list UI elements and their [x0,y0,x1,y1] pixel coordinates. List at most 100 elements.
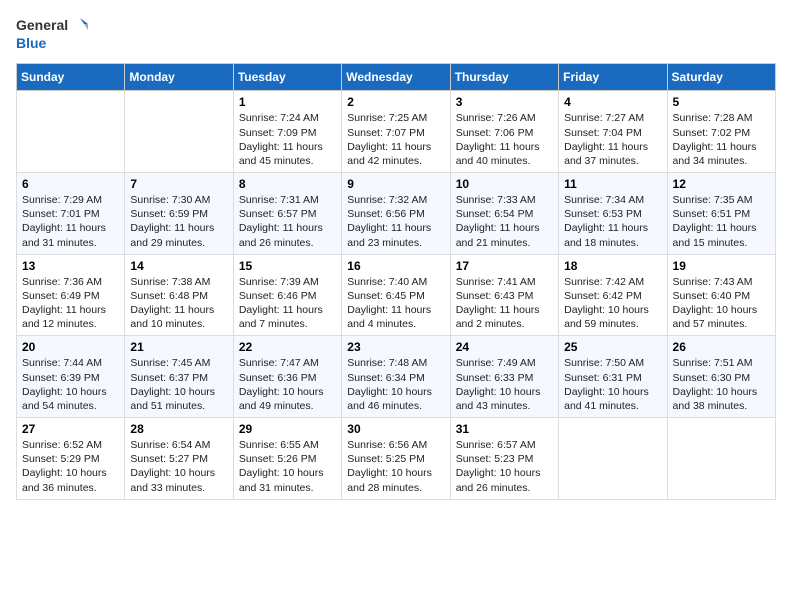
day-number: 25 [564,340,661,354]
cell-info: Sunrise: 7:28 AMSunset: 7:02 PMDaylight:… [673,111,770,168]
logo-general-text: General [16,18,68,33]
calendar-cell: 21 Sunrise: 7:45 AMSunset: 6:37 PMDayligh… [125,336,233,418]
cell-info: Sunrise: 7:45 AMSunset: 6:37 PMDaylight:… [130,356,227,413]
calendar-cell: 25 Sunrise: 7:50 AMSunset: 6:31 PMDayligh… [559,336,667,418]
calendar-week-row: 13 Sunrise: 7:36 AMSunset: 6:49 PMDayligh… [17,254,776,336]
cell-info: Sunrise: 7:40 AMSunset: 6:45 PMDaylight:… [347,275,444,332]
calendar-cell: 5 Sunrise: 7:28 AMSunset: 7:02 PMDaylight… [667,91,775,173]
calendar-cell: 22 Sunrise: 7:47 AMSunset: 6:36 PMDayligh… [233,336,341,418]
cell-info: Sunrise: 7:26 AMSunset: 7:06 PMDaylight:… [456,111,553,168]
calendar-cell: 20 Sunrise: 7:44 AMSunset: 6:39 PMDayligh… [17,336,125,418]
day-number: 1 [239,95,336,109]
cell-info: Sunrise: 7:50 AMSunset: 6:31 PMDaylight:… [564,356,661,413]
cell-info: Sunrise: 6:55 AMSunset: 5:26 PMDaylight:… [239,438,336,495]
calendar-cell: 7Sunrise: 7:30 AMSunset: 6:59 PMDaylight… [125,173,233,255]
cell-info: Sunrise: 7:30 AMSunset: 6:59 PMDaylight:… [130,193,227,250]
calendar-cell: 6 Sunrise: 7:29 AMSunset: 7:01 PMDaylight… [17,173,125,255]
day-number: 17 [456,259,553,273]
calendar-week-row: 20 Sunrise: 7:44 AMSunset: 6:39 PMDayligh… [17,336,776,418]
calendar-cell: 24Sunrise: 7:49 AMSunset: 6:33 PMDayligh… [450,336,558,418]
calendar-cell [125,91,233,173]
calendar-cell: 29Sunrise: 6:55 AMSunset: 5:26 PMDayligh… [233,418,341,500]
day-number: 27 [22,422,119,436]
cell-info: Sunrise: 6:54 AMSunset: 5:27 PMDaylight:… [130,438,227,495]
day-number: 21 [130,340,227,354]
calendar-week-row: 1 Sunrise: 7:24 AMSunset: 7:09 PMDaylight… [17,91,776,173]
day-number: 12 [673,177,770,191]
cell-info: Sunrise: 7:36 AMSunset: 6:49 PMDaylight:… [22,275,119,332]
calendar-cell: 10Sunrise: 7:33 AMSunset: 6:54 PMDayligh… [450,173,558,255]
cell-info: Sunrise: 7:42 AMSunset: 6:42 PMDaylight:… [564,275,661,332]
day-number: 13 [22,259,119,273]
calendar-cell [17,91,125,173]
cell-info: Sunrise: 7:43 AMSunset: 6:40 PMDaylight:… [673,275,770,332]
day-header-wednesday: Wednesday [342,64,450,91]
day-number: 15 [239,259,336,273]
day-number: 6 [22,177,119,191]
cell-info: Sunrise: 7:35 AMSunset: 6:51 PMDaylight:… [673,193,770,250]
calendar-cell: 12 Sunrise: 7:35 AMSunset: 6:51 PMDayligh… [667,173,775,255]
calendar-cell: 4 Sunrise: 7:27 AMSunset: 7:04 PMDaylight… [559,91,667,173]
logo-blue-text: Blue [16,36,90,51]
calendar-cell: 8Sunrise: 7:31 AMSunset: 6:57 PMDaylight… [233,173,341,255]
day-number: 4 [564,95,661,109]
cell-info: Sunrise: 7:38 AMSunset: 6:48 PMDaylight:… [130,275,227,332]
day-header-monday: Monday [125,64,233,91]
cell-info: Sunrise: 7:34 AMSunset: 6:53 PMDaylight:… [564,193,661,250]
day-number: 14 [130,259,227,273]
cell-info: Sunrise: 7:47 AMSunset: 6:36 PMDaylight:… [239,356,336,413]
day-number: 30 [347,422,444,436]
cell-info: Sunrise: 7:29 AMSunset: 7:01 PMDaylight:… [22,193,119,250]
calendar-cell: 14 Sunrise: 7:38 AMSunset: 6:48 PMDayligh… [125,254,233,336]
day-header-sunday: Sunday [17,64,125,91]
calendar-cell: 31Sunrise: 6:57 AMSunset: 5:23 PMDayligh… [450,418,558,500]
day-number: 3 [456,95,553,109]
calendar-cell: 17 Sunrise: 7:41 AMSunset: 6:43 PMDayligh… [450,254,558,336]
calendar-cell [559,418,667,500]
day-number: 22 [239,340,336,354]
day-number: 9 [347,177,444,191]
day-number: 16 [347,259,444,273]
logo-container: General Blue [16,16,90,51]
header: General Blue [16,16,776,51]
cell-info: Sunrise: 7:44 AMSunset: 6:39 PMDaylight:… [22,356,119,413]
cell-info: Sunrise: 6:52 AMSunset: 5:29 PMDaylight:… [22,438,119,495]
cell-info: Sunrise: 7:25 AMSunset: 7:07 PMDaylight:… [347,111,444,168]
calendar-cell: 2 Sunrise: 7:25 AMSunset: 7:07 PMDaylight… [342,91,450,173]
calendar-cell: 3 Sunrise: 7:26 AMSunset: 7:06 PMDaylight… [450,91,558,173]
calendar-week-row: 27 Sunrise: 6:52 AMSunset: 5:29 PMDayligh… [17,418,776,500]
day-number: 10 [456,177,553,191]
day-number: 18 [564,259,661,273]
day-number: 24 [456,340,553,354]
calendar-cell: 1 Sunrise: 7:24 AMSunset: 7:09 PMDaylight… [233,91,341,173]
calendar-cell: 16 Sunrise: 7:40 AMSunset: 6:45 PMDayligh… [342,254,450,336]
cell-info: Sunrise: 7:39 AMSunset: 6:46 PMDaylight:… [239,275,336,332]
calendar-cell: 9 Sunrise: 7:32 AMSunset: 6:56 PMDaylight… [342,173,450,255]
calendar-cell: 11 Sunrise: 7:34 AMSunset: 6:53 PMDayligh… [559,173,667,255]
day-header-friday: Friday [559,64,667,91]
calendar-cell: 23 Sunrise: 7:48 AMSunset: 6:34 PMDayligh… [342,336,450,418]
calendar-cell: 27 Sunrise: 6:52 AMSunset: 5:29 PMDayligh… [17,418,125,500]
day-number: 28 [130,422,227,436]
cell-info: Sunrise: 7:24 AMSunset: 7:09 PMDaylight:… [239,111,336,168]
calendar-cell: 15 Sunrise: 7:39 AMSunset: 6:46 PMDayligh… [233,254,341,336]
cell-info: Sunrise: 7:41 AMSunset: 6:43 PMDaylight:… [456,275,553,332]
calendar-cell: 13 Sunrise: 7:36 AMSunset: 6:49 PMDayligh… [17,254,125,336]
cell-info: Sunrise: 6:56 AMSunset: 5:25 PMDaylight:… [347,438,444,495]
day-number: 11 [564,177,661,191]
day-number: 5 [673,95,770,109]
day-number: 23 [347,340,444,354]
cell-info: Sunrise: 7:48 AMSunset: 6:34 PMDaylight:… [347,356,444,413]
day-number: 20 [22,340,119,354]
day-header-thursday: Thursday [450,64,558,91]
day-number: 19 [673,259,770,273]
calendar-cell: 28 Sunrise: 6:54 AMSunset: 5:27 PMDayligh… [125,418,233,500]
logo: General Blue [16,16,90,51]
day-number: 2 [347,95,444,109]
day-number: 8 [239,177,336,191]
cell-info: Sunrise: 7:27 AMSunset: 7:04 PMDaylight:… [564,111,661,168]
cell-info: Sunrise: 7:32 AMSunset: 6:56 PMDaylight:… [347,193,444,250]
logo-bird-icon [70,16,90,36]
day-header-saturday: Saturday [667,64,775,91]
cell-info: Sunrise: 6:57 AMSunset: 5:23 PMDaylight:… [456,438,553,495]
